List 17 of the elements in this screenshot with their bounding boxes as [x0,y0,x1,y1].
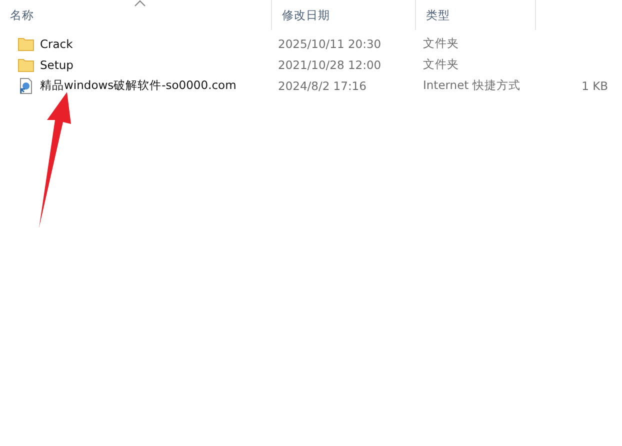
file-size: 1 KB [582,78,608,92]
file-name[interactable]: Crack [40,36,73,50]
file-type: 文件夹 [423,36,459,51]
shortcut-file-icon [18,78,34,94]
modified-date: 2021/10/28 12:00 [278,58,382,72]
file-type: 文件夹 [423,57,459,72]
modified-date: 2024/8/2 17:16 [278,78,366,92]
column-header[interactable]: 类型 [416,0,536,30]
column-header[interactable]: 修改日期 [272,0,416,30]
modified-date: 2025/10/11 20:30 [278,36,382,50]
folder-icon [18,58,34,72]
folder-icon [18,36,34,50]
file-type: Internet 快捷方式 [423,78,520,93]
column-header[interactable]: 名称 [0,0,272,30]
sort-up-icon [134,0,146,7]
file-name[interactable]: Setup [40,58,74,72]
file-name[interactable]: 精品windows破解软件-so0000.com [40,78,236,93]
